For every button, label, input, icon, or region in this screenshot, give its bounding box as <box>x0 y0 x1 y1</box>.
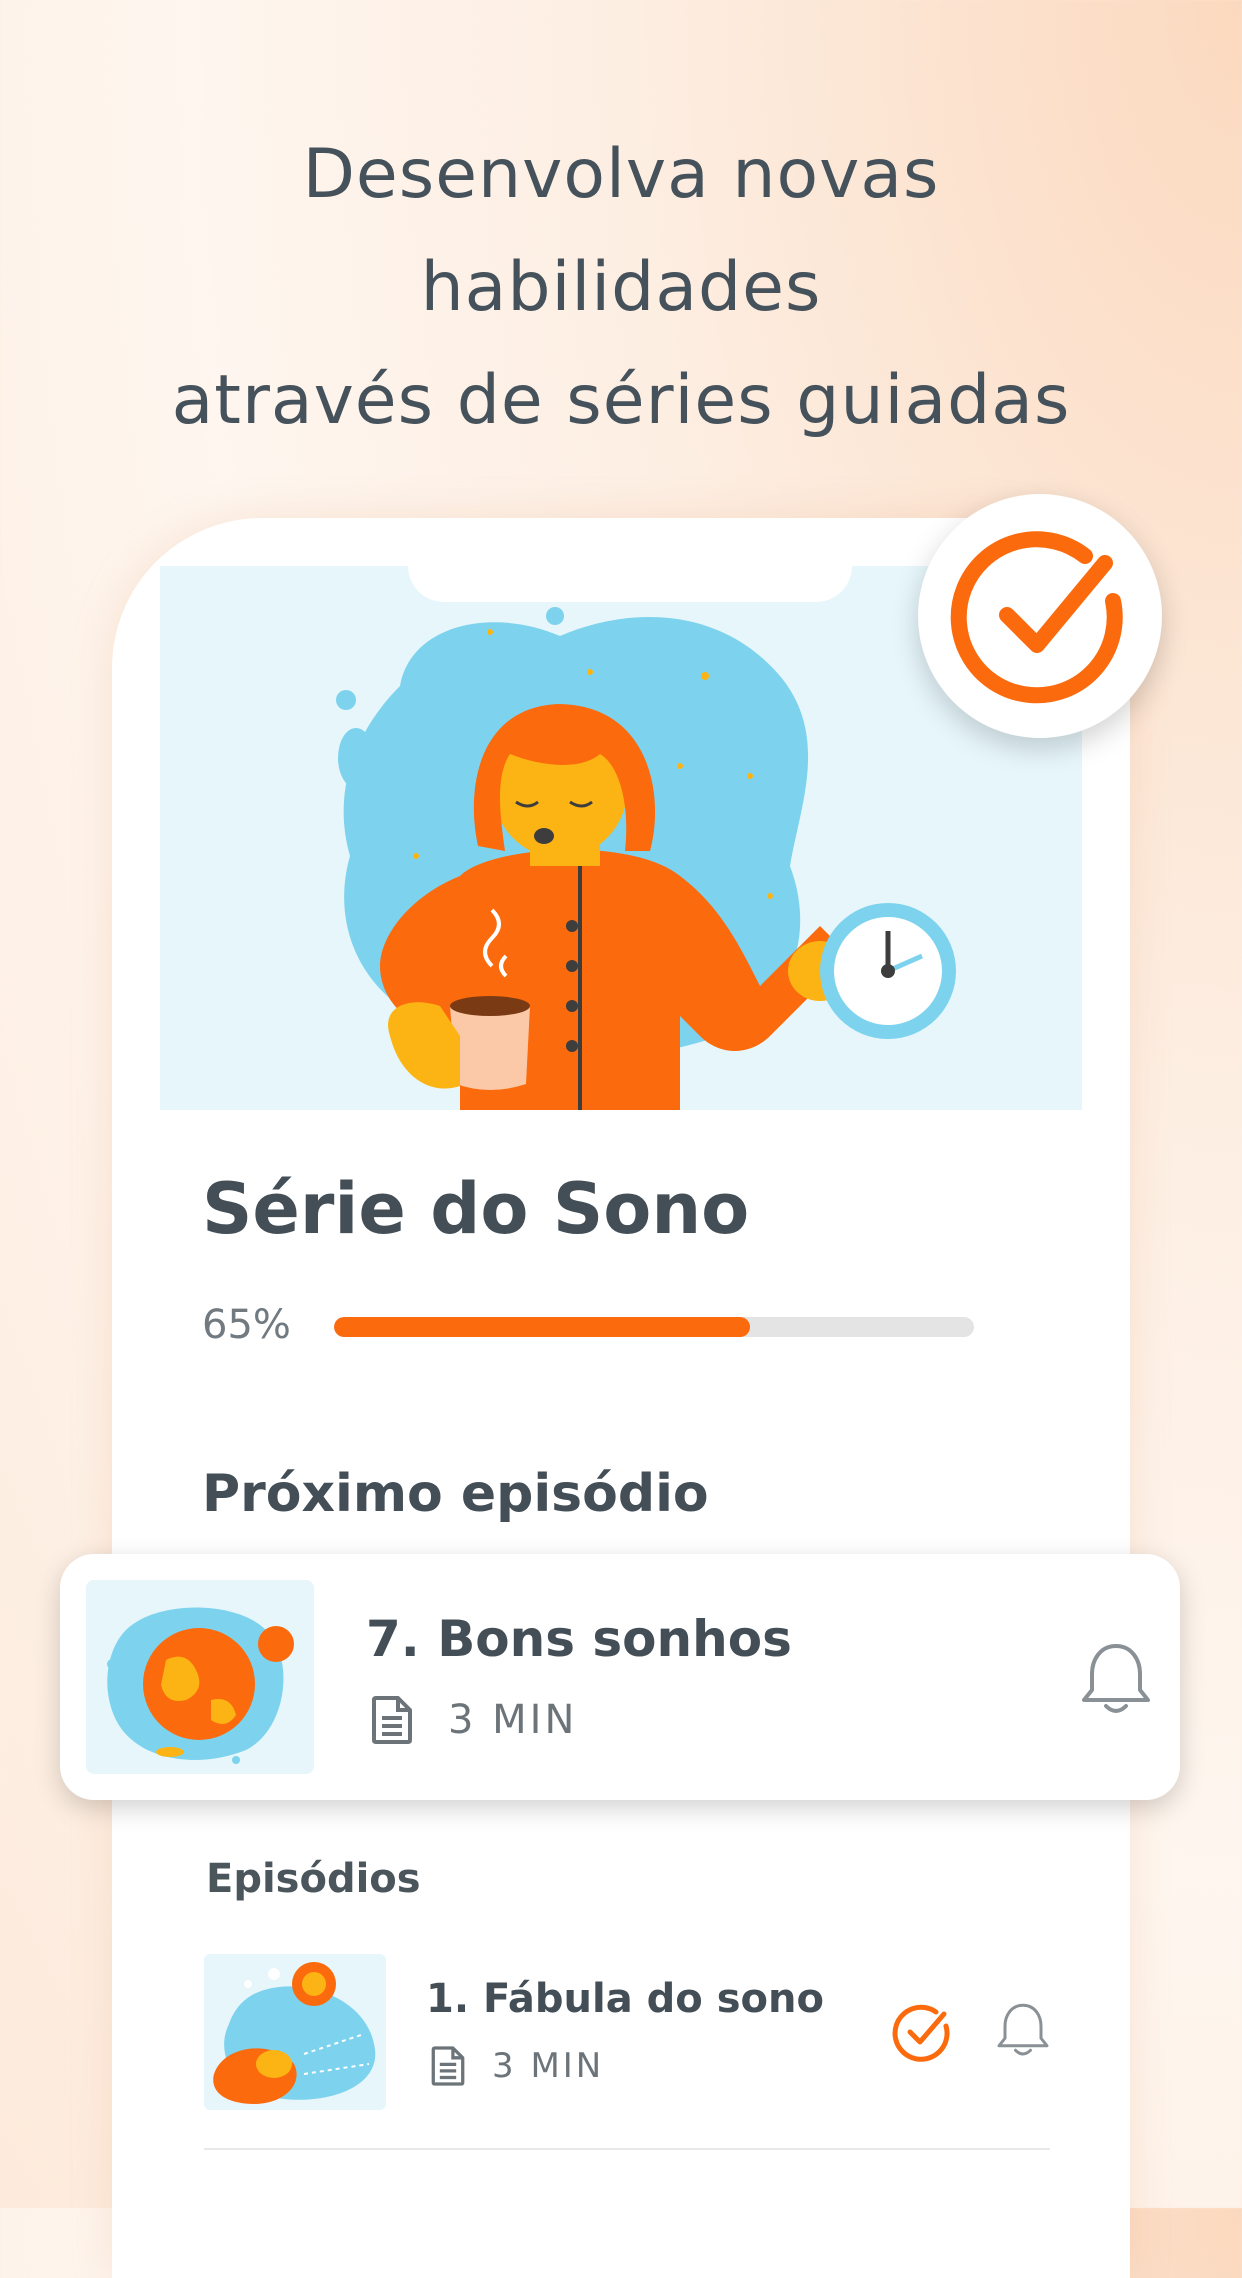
next-episode-card[interactable]: 7. Bons sonhos 3 MIN <box>60 1554 1180 1800</box>
sleeping-child-illustration <box>213 1962 376 2104</box>
document-icon <box>372 1696 412 1744</box>
episode-reminder-button[interactable] <box>996 2000 1050 2064</box>
next-episode-meta: 3 MIN <box>370 1694 577 1746</box>
episode-title: 1. Fábula do sono <box>426 1976 824 2022</box>
check-circle-icon <box>892 2004 950 2062</box>
episode-completed-indicator <box>890 2002 952 2068</box>
list-divider <box>204 2148 1050 2150</box>
next-episode-title: 7. Bons sonhos <box>366 1610 792 1668</box>
bell-icon <box>1082 1644 1150 1713</box>
episode-list-item[interactable]: 1. Fábula do sono 3 MIN <box>204 1954 1050 2150</box>
headline: Desenvolva novas habilidades através de … <box>0 118 1242 457</box>
check-circle-icon <box>950 531 1123 704</box>
headline-line-2: habilidades <box>420 248 822 327</box>
headline-line-1: Desenvolva novas <box>302 135 940 214</box>
next-episode-duration: 3 MIN <box>448 1697 578 1743</box>
episode-duration: 3 MIN <box>492 2046 605 2086</box>
episodes-heading: Episódios <box>206 1856 421 1902</box>
document-icon <box>431 2046 465 2086</box>
next-episode-thumbnail <box>86 1580 314 1774</box>
completed-badge <box>918 494 1162 738</box>
next-episode-reminder-button[interactable] <box>1080 1640 1152 1722</box>
progress-bar <box>334 1317 974 1337</box>
episode-meta: 3 MIN <box>430 2044 604 2088</box>
planet-illustration <box>107 1607 294 1764</box>
headline-line-3: através de séries guiadas <box>171 361 1071 440</box>
progress-percent: 65% <box>202 1302 291 1348</box>
episode-thumbnail <box>204 1954 386 2110</box>
progress-bar-fill <box>334 1317 750 1337</box>
series-title: Série do Sono <box>202 1168 750 1250</box>
phone-notch <box>408 560 852 602</box>
bell-icon <box>997 2003 1049 2056</box>
next-episode-heading: Próximo episódio <box>202 1464 709 1524</box>
